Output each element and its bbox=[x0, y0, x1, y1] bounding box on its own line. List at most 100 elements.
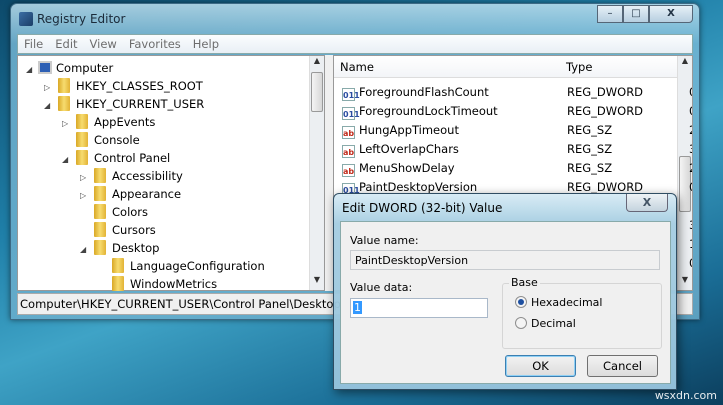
list-row[interactable]: ab MenuShowDelay REG_SZ 2 bbox=[342, 159, 692, 178]
value-name: ForegroundFlashCount bbox=[359, 85, 489, 99]
value-data: 0 bbox=[689, 102, 692, 121]
folder-icon bbox=[94, 222, 106, 237]
tree-item[interactable]: ▷ HKEY_CLASSES_ROOT bbox=[44, 77, 203, 95]
base-label: Base bbox=[509, 276, 540, 289]
tree-item[interactable]: Console bbox=[62, 131, 140, 149]
expander-icon[interactable]: ◢ bbox=[80, 241, 90, 259]
cancel-button[interactable]: Cancel bbox=[587, 355, 658, 377]
scroll-up-arrow[interactable]: ▲ bbox=[678, 56, 692, 71]
expander-icon[interactable]: ◢ bbox=[44, 97, 54, 115]
scroll-down-arrow[interactable]: ▼ bbox=[678, 275, 692, 290]
folder-icon bbox=[58, 96, 70, 111]
folder-icon bbox=[94, 204, 106, 219]
menu-file[interactable]: File bbox=[18, 35, 49, 53]
tree-item-label: Control Panel bbox=[94, 151, 171, 165]
registry-tree[interactable]: ▲ ▼ ◢ Computer ▷ HKEY_CLASSES_ROOT ◢ HKEY_CUR… bbox=[17, 55, 325, 291]
tree-item-label: LanguageConfiguration bbox=[130, 259, 265, 273]
list-row[interactable]: 011ForegroundFlashCount REG_DWORD 0 bbox=[342, 83, 692, 102]
scroll-up-arrow[interactable]: ▲ bbox=[310, 56, 324, 71]
tree-scrollbar[interactable]: ▲ ▼ bbox=[309, 56, 324, 290]
tree-item[interactable]: ◢ Desktop bbox=[80, 239, 159, 257]
tree-item-label: AppEvents bbox=[94, 115, 156, 129]
string-value-icon: ab bbox=[342, 164, 355, 177]
folder-icon bbox=[94, 240, 106, 255]
tree-item[interactable]: ▷ Appearance bbox=[80, 185, 181, 203]
radio-selected-icon bbox=[515, 296, 527, 308]
menu-favorites[interactable]: Favorites bbox=[123, 35, 187, 53]
value-data: 2 bbox=[689, 159, 692, 178]
expander-icon[interactable]: ◢ bbox=[26, 61, 36, 79]
value-name: MenuShowDelay bbox=[359, 161, 455, 175]
folder-icon bbox=[94, 186, 106, 201]
tree-item[interactable]: Colors bbox=[80, 203, 148, 221]
column-type[interactable]: Type bbox=[566, 60, 592, 74]
value-data: 0 bbox=[689, 254, 692, 273]
tree-item[interactable]: ▷ AppEvents bbox=[62, 113, 155, 131]
hexadecimal-radio[interactable]: Hexadecimal bbox=[515, 296, 602, 309]
folder-icon bbox=[58, 78, 70, 93]
close-button[interactable]: X bbox=[649, 5, 693, 23]
edit-dword-dialog: Edit DWORD (32-bit) Value X Value name: … bbox=[333, 193, 677, 390]
menu-help[interactable]: Help bbox=[187, 35, 225, 53]
binary-value-icon: 011 bbox=[342, 88, 360, 101]
base-group: Base Hexadecimal Decimal bbox=[502, 276, 662, 349]
value-name: PaintDesktopVersion bbox=[359, 180, 478, 194]
menu-view[interactable]: View bbox=[84, 35, 123, 53]
value-name-label: Value name: bbox=[350, 234, 419, 247]
scroll-thumb[interactable] bbox=[311, 72, 323, 112]
dialog-close-button[interactable]: X bbox=[626, 194, 668, 212]
pane-splitter[interactable] bbox=[325, 55, 333, 291]
tree-item[interactable]: LanguageConfiguration bbox=[98, 257, 265, 275]
folder-icon bbox=[112, 276, 124, 291]
tree-item[interactable]: ▷ Accessibility bbox=[80, 167, 183, 185]
value-data: 3 bbox=[689, 216, 692, 235]
value-data: 0 bbox=[689, 83, 692, 102]
list-row[interactable]: ab HungAppTimeout REG_SZ 2 bbox=[342, 121, 692, 140]
tree-item-label: Computer bbox=[56, 61, 114, 75]
list-row[interactable]: ab LeftOverlapChars REG_SZ 3 bbox=[342, 140, 692, 159]
computer-icon bbox=[38, 61, 52, 74]
tree-item[interactable]: ◢ HKEY_CURRENT_USER bbox=[44, 95, 204, 113]
value-type: REG_SZ bbox=[567, 161, 613, 175]
menu-edit[interactable]: Edit bbox=[49, 35, 83, 53]
value-data-input[interactable]: 1 bbox=[350, 298, 488, 318]
value-name: LeftOverlapChars bbox=[359, 142, 459, 156]
value-data: 3 bbox=[689, 140, 692, 159]
ok-button[interactable]: OK bbox=[505, 355, 576, 377]
tree-item-label: Desktop bbox=[112, 241, 160, 255]
value-name: ForegroundLockTimeout bbox=[359, 104, 498, 118]
decimal-label: Decimal bbox=[531, 317, 576, 330]
maximize-button[interactable]: □ bbox=[623, 5, 649, 23]
string-value-icon: ab bbox=[342, 126, 355, 139]
folder-icon bbox=[76, 114, 88, 129]
tree-item[interactable]: ◢ Computer bbox=[26, 59, 113, 77]
tree-item[interactable]: ◢ Control Panel bbox=[62, 149, 170, 167]
expander-icon[interactable]: ◢ bbox=[62, 151, 72, 169]
value-data: 2 bbox=[689, 121, 692, 140]
tree-item-label: HKEY_CURRENT_USER bbox=[76, 97, 205, 111]
tree-item[interactable]: WindowMetrics bbox=[98, 275, 217, 293]
watermark: wsxdn.com bbox=[654, 389, 717, 402]
value-type: REG_SZ bbox=[567, 142, 613, 156]
registry-app-icon bbox=[19, 12, 33, 26]
tree-item-label: Accessibility bbox=[112, 169, 183, 183]
dialog-title: Edit DWORD (32-bit) Value bbox=[342, 201, 503, 215]
binary-value-icon: 011 bbox=[342, 107, 360, 120]
minimize-button[interactable]: – bbox=[597, 5, 623, 23]
value-data-text: 1 bbox=[353, 301, 362, 314]
list-header: Name Type D bbox=[334, 56, 692, 78]
decimal-radio[interactable]: Decimal bbox=[515, 317, 576, 330]
folder-icon bbox=[76, 132, 88, 147]
window-title: Registry Editor bbox=[37, 12, 126, 26]
list-row[interactable]: 011ForegroundLockTimeout REG_DWORD 0 bbox=[342, 102, 692, 121]
string-value-icon: ab bbox=[342, 145, 355, 158]
tree-item-label: WindowMetrics bbox=[130, 277, 218, 291]
folder-icon bbox=[76, 150, 88, 165]
column-name[interactable]: Name bbox=[340, 60, 374, 74]
value-name-field: PaintDesktopVersion bbox=[350, 250, 660, 270]
tree-item-label: Cursors bbox=[112, 223, 156, 237]
scroll-down-arrow[interactable]: ▼ bbox=[310, 275, 324, 290]
value-type: REG_SZ bbox=[567, 123, 613, 137]
tree-item[interactable]: Cursors bbox=[80, 221, 156, 239]
value-data: 1 bbox=[689, 235, 692, 254]
